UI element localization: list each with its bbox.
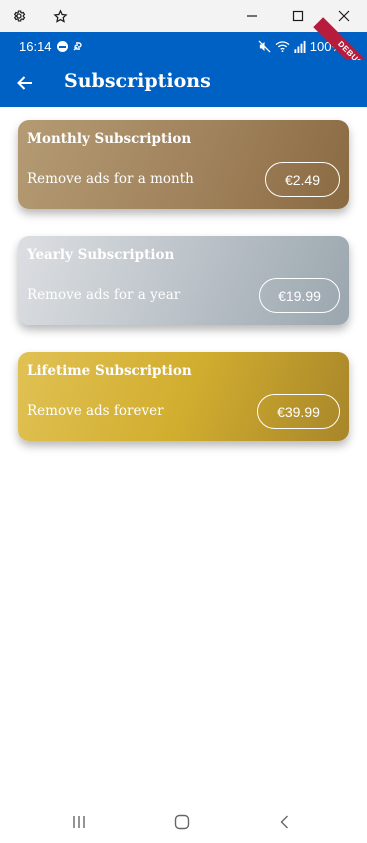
page-title: Subscriptions [64, 70, 211, 92]
nav-back-button[interactable] [273, 810, 297, 834]
subscription-title: Monthly Subscription [27, 131, 192, 147]
subscription-description: Remove ads for a year [27, 287, 181, 303]
buy-monthly-button[interactable]: €2.49 [265, 162, 340, 197]
subscription-card-yearly[interactable]: Yearly Subscription Remove ads for a yea… [18, 236, 349, 325]
status-time: 16:14 [19, 39, 52, 54]
arrow-left-icon [17, 76, 32, 90]
subscription-title: Lifetime Subscription [27, 363, 192, 379]
subscription-card-monthly[interactable]: Monthly Subscription Remove ads for a mo… [18, 120, 349, 209]
wifi-icon [275, 41, 290, 53]
gear-icon[interactable] [9, 6, 29, 26]
system-navigation-bar [0, 800, 367, 843]
close-icon[interactable] [334, 6, 354, 26]
mute-icon [258, 40, 271, 53]
app-bar: Subscriptions [0, 60, 367, 107]
buy-lifetime-button[interactable]: €39.99 [257, 394, 340, 429]
minimize-icon[interactable] [242, 6, 262, 26]
emulator-title-bar [0, 0, 367, 32]
subscription-card-lifetime[interactable]: Lifetime Subscription Remove ads forever… [18, 352, 349, 441]
recent-apps-icon [73, 816, 85, 828]
status-bar: 16:14 100% [0, 32, 367, 60]
home-button[interactable] [170, 810, 194, 834]
subscription-description: Remove ads for a month [27, 171, 194, 187]
buy-yearly-button[interactable]: €19.99 [259, 278, 340, 313]
star-icon[interactable] [50, 6, 70, 26]
maximize-icon[interactable] [288, 6, 308, 26]
back-icon [280, 815, 288, 829]
do-not-disturb-icon [57, 41, 68, 52]
link-icon [73, 42, 82, 51]
signal-icon [294, 40, 306, 53]
subscription-title: Yearly Subscription [27, 247, 175, 263]
back-button[interactable] [12, 70, 38, 96]
subscription-description: Remove ads forever [27, 403, 164, 419]
recent-apps-button[interactable] [67, 810, 91, 834]
home-icon [174, 814, 190, 830]
